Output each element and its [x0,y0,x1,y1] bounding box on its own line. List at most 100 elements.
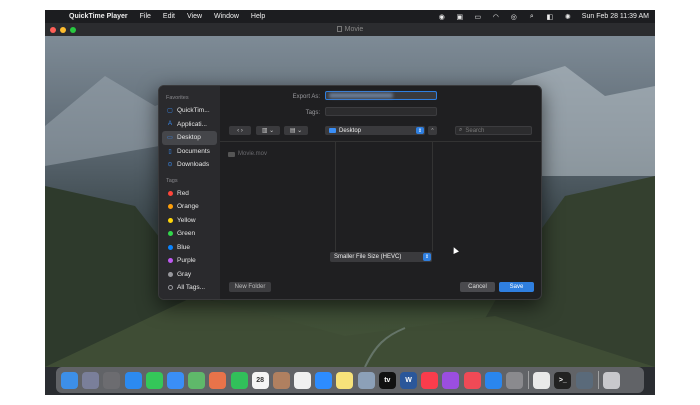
collapse-button[interactable]: ⌃ [428,126,437,135]
battery-icon[interactable]: ▭ [472,12,484,21]
gray-tag-icon [168,271,173,277]
maps-icon[interactable] [188,371,206,389]
document-icon [336,26,342,32]
sidebar-item-downloads[interactable]: ⊙ Downloads [159,158,220,172]
tags-label: Tags: [305,110,320,116]
menu-file[interactable]: File [134,13,157,20]
chrome-icon[interactable] [533,371,551,389]
search-input[interactable]: ⌕ Search [455,126,532,135]
sidebar-tag-red[interactable]: Red [159,187,220,201]
new-folder-button[interactable]: New Folder [229,282,271,292]
zoom-icon[interactable] [315,371,333,389]
view-mode-button[interactable]: ▥ ⌄ [256,126,280,135]
facetime-icon[interactable] [230,371,248,389]
control-center-icon[interactable]: ◧ [544,12,556,21]
quicktime-icon[interactable] [575,371,593,389]
location-popup[interactable]: Desktop ⇕ [325,126,425,135]
export-as-field[interactable] [325,91,437,100]
back-forward-buttons[interactable]: ‹ › [229,126,251,135]
desktop-icon: ▭ [167,135,173,142]
file-browser: Movie.mov [220,141,541,251]
terminal-icon[interactable]: >_ [554,371,572,389]
orange-tag-icon [168,204,173,210]
siri-icon[interactable]: ✺ [562,12,574,21]
photos-icon[interactable] [209,371,227,389]
system-preferences-icon[interactable] [505,371,523,389]
sidebar-item-documents[interactable]: ▯ Documents [159,145,220,159]
cancel-button[interactable]: Cancel [460,282,495,292]
blue-tag-icon [168,244,173,250]
sidebar-item-quicktime[interactable]: ▢ QuickTim... [159,104,220,118]
export-as-label: Export As: [292,94,320,100]
sidebar-tag-purple[interactable]: Purple [159,254,220,268]
reminders-icon[interactable] [294,371,312,389]
documents-icon: ▯ [168,148,172,155]
menu-help[interactable]: Help [245,13,271,20]
browser-column-2 [336,142,433,251]
music-icon[interactable] [421,371,439,389]
close-button[interactable] [50,26,56,33]
menu-edit[interactable]: Edit [157,13,181,20]
chevron-updown-icon: ⇕ [416,127,424,134]
sidebar-tag-gray[interactable]: Gray [159,268,220,282]
sidebar-tag-orange[interactable]: Orange [159,200,220,214]
dialog-sidebar: Favorites ▢ QuickTim... A Applicati... ▭ De… [159,86,220,299]
sidebar-tag-blue[interactable]: Blue [159,241,220,255]
mail-icon[interactable] [166,371,184,389]
applications-icon: A [167,121,172,128]
yellow-tag-icon [168,217,173,223]
display-icon[interactable]: ▣ [454,12,466,21]
sidebar-tag-yellow[interactable]: Yellow [159,214,220,228]
sidebar-all-tags[interactable]: All Tags... [159,281,220,295]
safari-icon[interactable] [124,371,142,389]
messages-icon[interactable] [145,371,163,389]
app-menu[interactable]: QuickTime Player [63,13,134,20]
downloads-icon: ⊙ [167,162,173,169]
notes-icon[interactable] [336,371,354,389]
spotlight-icon[interactable]: ⌕ [526,12,538,21]
trash-icon[interactable] [602,371,620,389]
dialog-main: Export As: Tags: ‹ › ▥ ⌄ ▤ ⌄ Desktop ⇕ ⌃… [220,86,541,299]
file-item[interactable]: Movie.mov [228,151,267,157]
word-icon[interactable]: W [400,371,417,389]
all-tags-icon [168,285,173,291]
sidebar-item-applications[interactable]: A Applicati... [159,118,220,132]
dock: 28 tv W >_ [56,367,644,393]
tags-field[interactable] [325,107,437,116]
chevron-updown-icon: ⇕ [423,253,431,261]
wifi-icon[interactable]: ◠ [490,12,502,21]
save-button[interactable]: Save [499,282,534,292]
zoom-button[interactable] [70,26,76,33]
group-button[interactable]: ▤ ⌄ [284,126,308,135]
sidebar-tag-green[interactable]: Green [159,227,220,241]
news-icon[interactable] [463,371,481,389]
menu-window[interactable]: Window [208,13,245,20]
podcasts-icon[interactable] [442,371,460,389]
apple-tv-icon[interactable]: tv [378,371,396,389]
folder-icon [329,128,336,133]
minimize-button[interactable] [60,26,66,33]
purple-tag-icon [168,258,173,264]
contacts-icon[interactable] [272,371,290,389]
export-dialog: Favorites ▢ QuickTim... A Applicati... ▭ De… [158,85,542,300]
desktop-screen: QuickTime Player File Edit View Window H… [45,10,655,395]
sidebar-item-desktop[interactable]: ▭ Desktop [162,131,217,145]
window-titlebar: Movie [45,23,655,36]
record-icon[interactable]: ◉ [436,12,448,21]
app-store-icon[interactable] [484,371,502,389]
favorites-header: Favorites [166,95,189,101]
screenshot-icon[interactable] [103,371,121,389]
finder-icon[interactable] [61,371,78,389]
launchpad-icon[interactable] [82,371,100,389]
menu-view[interactable]: View [181,13,208,20]
menu-bar: QuickTime Player File Edit View Window H… [45,10,655,23]
preview-icon[interactable] [357,371,375,389]
browser-column-1: Movie.mov [220,142,336,251]
dock-separator [528,371,530,389]
movie-file-icon [228,151,235,157]
format-popup[interactable]: Smaller File Size (HEVC) ⇕ [330,252,432,262]
user-icon[interactable]: ◎ [508,12,520,21]
tags-header: Tags [166,177,178,184]
menu-clock[interactable]: Sun Feb 28 11:39 AM [582,13,649,20]
calendar-icon[interactable]: 28 [251,371,269,389]
